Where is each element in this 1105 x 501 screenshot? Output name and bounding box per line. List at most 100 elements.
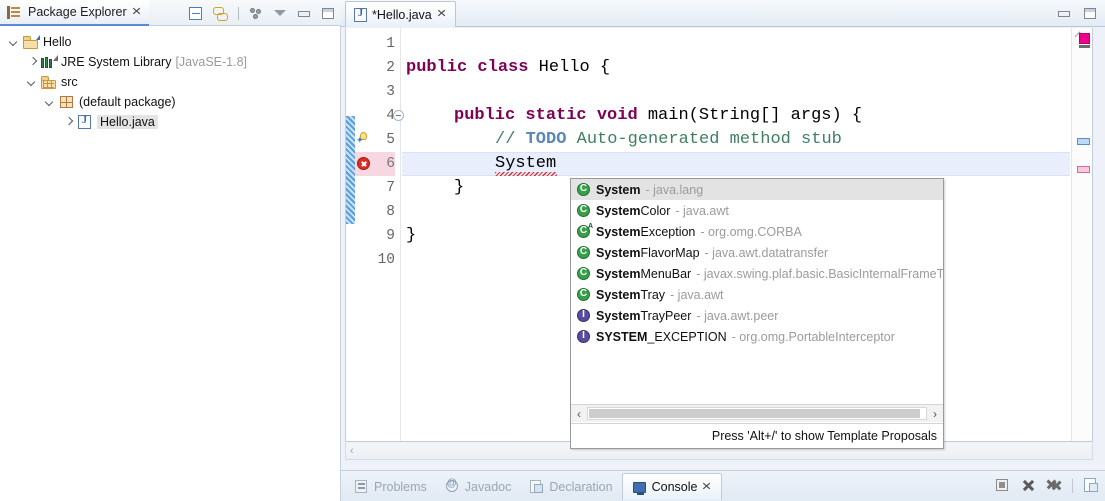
interface-icon (577, 308, 591, 323)
proposal-list[interactable]: System - java.lang SystemColor - java.aw… (571, 179, 943, 417)
proposal-item[interactable]: SystemMenuBar - javax.swing.plaf.basic.B… (571, 263, 943, 284)
chevron-right-icon[interactable] (26, 55, 40, 69)
terminate-icon[interactable] (994, 477, 1011, 494)
tree-item-dim-label: [JavaSE-1.8] (175, 55, 248, 69)
tree-item-hello-java[interactable]: Hello.java (0, 112, 340, 132)
scroll-left-icon[interactable]: ‹ (350, 446, 360, 457)
minimize-icon[interactable] (1056, 5, 1073, 22)
scrollbar-track[interactable] (587, 407, 927, 420)
java-file-icon (352, 7, 367, 22)
content-assist-popup[interactable]: System - java.lang SystemColor - java.aw… (570, 178, 944, 449)
proposal-package: - java.awt (670, 287, 724, 302)
tree-item-jre-library[interactable]: JRE System Library [JavaSE-1.8] (0, 52, 340, 72)
overview-error-marker[interactable] (1079, 33, 1090, 44)
proposal-item[interactable]: SystemTray - java.awt (571, 284, 943, 305)
line-number: 7 (386, 180, 395, 196)
code-line-4: public static void main(String[] args) { (454, 104, 862, 128)
view-menu-dots-icon[interactable] (248, 5, 265, 22)
package-explorer-icon (6, 4, 23, 21)
overview-occurrence-marker[interactable] (1077, 138, 1090, 145)
minimize-icon[interactable] (296, 5, 313, 22)
close-icon[interactable]: ✕ (131, 6, 142, 18)
collapse-all-icon[interactable] (188, 5, 205, 22)
proposal-name: SystemTray (596, 287, 666, 302)
scroll-right-icon[interactable]: › (927, 407, 943, 421)
javadoc-icon (445, 478, 460, 494)
tree-item-label: Hello.java (97, 115, 158, 129)
proposal-name: SystemFlavorMap (596, 245, 700, 260)
project-tree: Hello JRE System Library [JavaSE-1.8] sr… (0, 26, 340, 132)
line-number: 2 (386, 60, 395, 76)
proposal-footer-hint: Press 'Alt+/' to show Template Proposals (571, 423, 943, 448)
package-explorer-toolbar (188, 3, 337, 23)
tab-label: Problems (374, 479, 427, 494)
chevron-down-icon[interactable] (8, 35, 22, 49)
tab-hello-java[interactable]: *Hello.java ✕ (345, 1, 456, 27)
remove-console-icon[interactable] (1020, 477, 1037, 494)
proposal-package: - java.awt.peer (696, 308, 779, 323)
line-number: 4 (386, 108, 395, 124)
class-icon (577, 182, 591, 197)
keyword-public: public (454, 106, 516, 125)
proposal-item[interactable]: SystemColor - java.awt (571, 200, 943, 221)
class-icon (577, 245, 591, 260)
tab-javadoc[interactable]: Javadoc (436, 473, 521, 500)
tree-item-project[interactable]: Hello (0, 32, 340, 52)
scrollbar-thumb[interactable] (589, 409, 921, 418)
tab-declaration[interactable]: Declaration (520, 473, 621, 500)
overview-error-marker-2[interactable] (1077, 166, 1090, 173)
package-icon (58, 94, 76, 110)
identifier-system: System (495, 154, 557, 173)
tab-label: Javadoc (464, 479, 512, 494)
tree-item-src[interactable]: src (0, 72, 340, 92)
interface-icon (577, 329, 591, 344)
tree-item-default-package[interactable]: (default package) (0, 92, 340, 112)
open-console-icon[interactable] (1082, 477, 1099, 494)
proposal-item[interactable]: SYSTEM_EXCEPTION - org.omg.PortableInter… (571, 326, 943, 347)
editor-window-buttons (1056, 5, 1099, 22)
proposal-item[interactable]: SystemTrayPeer - java.awt.peer (571, 305, 943, 326)
package-explorer-tab-label: Package Explorer (28, 5, 127, 19)
close-icon[interactable]: ✕ (702, 481, 713, 493)
package-explorer-tabbar: Package Explorer ✕ (0, 0, 341, 26)
link-with-editor-icon[interactable] (212, 5, 229, 22)
chevron-down-icon[interactable] (26, 75, 40, 89)
proposal-name: SystemMenuBar (596, 266, 692, 281)
proposal-name: SystemColor (596, 203, 671, 218)
bottom-panel: Problems Javadoc Declaration Console ✕ (341, 470, 1105, 501)
quickfix-marker-icon[interactable]: ✦ (356, 132, 370, 145)
keyword-static: static (525, 106, 587, 125)
proposal-package: - java.awt (675, 203, 729, 218)
tab-package-explorer[interactable]: Package Explorer ✕ (0, 0, 149, 26)
line-number: 9 (386, 228, 395, 244)
chevron-down-icon[interactable] (272, 5, 289, 22)
class-icon (577, 266, 591, 281)
tab-problems[interactable]: Problems (345, 473, 436, 500)
abstract-badge: A (587, 222, 593, 230)
close-icon[interactable]: ✕ (436, 9, 447, 20)
keyword-void: void (596, 106, 638, 125)
editor-overview-ruler[interactable] (1071, 28, 1092, 441)
remove-all-icon[interactable] (1046, 477, 1063, 494)
tab-console[interactable]: Console ✕ (621, 473, 722, 500)
maximize-icon[interactable] (1082, 5, 1099, 22)
error-marker-icon[interactable] (357, 157, 370, 170)
proposal-item[interactable]: System - java.lang (571, 179, 943, 200)
overview-marker-bar (1079, 45, 1090, 48)
proposal-name: SystemTrayPeer (596, 308, 692, 323)
proposal-package: - org.omg.CORBA (700, 224, 802, 239)
tab-label: Declaration (549, 479, 613, 494)
proposal-item[interactable]: SystemFlavorMap - java.awt.datatransfer (571, 242, 943, 263)
keyword-public: public (406, 58, 468, 77)
line-number: 1 (386, 36, 395, 52)
chevron-right-icon[interactable] (62, 115, 76, 129)
scroll-left-icon[interactable]: ‹ (571, 407, 587, 421)
proposal-name: SYSTEM_EXCEPTION (596, 329, 727, 344)
proposal-horizontal-scrollbar[interactable]: ‹ › (571, 404, 943, 422)
proposal-package: - java.awt.datatransfer (704, 245, 829, 260)
problems-icon (354, 479, 369, 494)
proposal-item[interactable]: A SystemException - org.omg.CORBA (571, 221, 943, 242)
chevron-down-icon[interactable] (44, 95, 58, 109)
tree-item-label: src (61, 75, 78, 89)
maximize-icon[interactable] (320, 5, 337, 22)
